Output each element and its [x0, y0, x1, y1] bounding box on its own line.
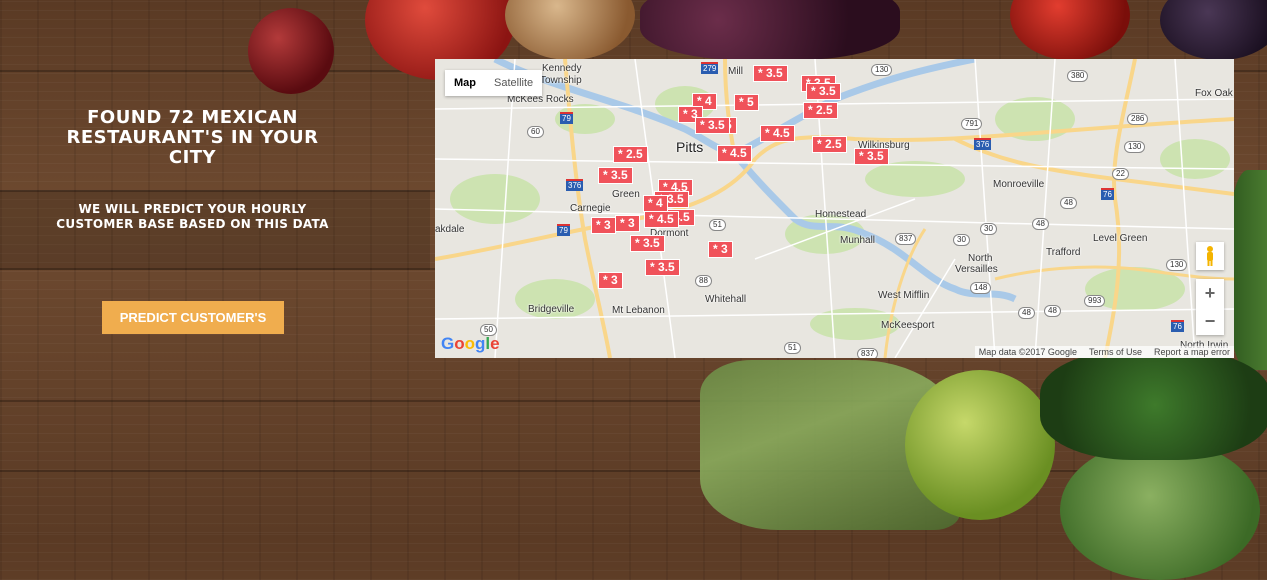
onion-image [505, 0, 635, 60]
green-apple-image [905, 370, 1055, 520]
route-shield: 993 [1084, 295, 1106, 307]
restaurant-marker[interactable]: * 4.5 [717, 145, 752, 162]
route-shield: 130 [1124, 141, 1146, 153]
restaurant-marker[interactable]: * 3 [708, 241, 733, 258]
place-label: Whitehall [705, 294, 747, 305]
route-shield: 837 [895, 233, 917, 245]
zoom-control: + − [1196, 279, 1224, 335]
interstate-shield: 79 [560, 112, 573, 124]
route-shield: 48 [1032, 218, 1049, 230]
interstate-shield: 76 [1101, 188, 1114, 200]
predict-customers-button[interactable]: PREDICT CUSTOMER'S [102, 301, 284, 334]
route-shield: 148 [970, 282, 992, 294]
hero-panel: FOUND 72 MEXICAN RESTAURANT'S IN YOUR CI… [0, 0, 430, 533]
restaurant-marker[interactable]: * 3.5 [630, 235, 665, 252]
route-shield: 51 [709, 219, 726, 231]
place-label: West Mifflin [878, 290, 930, 301]
route-shield: 48 [1044, 305, 1061, 317]
restaurant-marker[interactable]: * 2.5 [803, 102, 838, 119]
place-label: Versailles [955, 264, 998, 275]
place-label: McKeesport [881, 320, 935, 331]
place-label: North [968, 253, 993, 264]
place-label: Bridgeville [528, 304, 575, 315]
interstate-shield: 376 [566, 179, 584, 191]
restaurant-marker[interactable]: * 3.5 [598, 167, 633, 184]
google-logo: Google [441, 334, 500, 353]
map-type-satellite-button[interactable]: Satellite [485, 70, 542, 96]
tomato-image [1010, 0, 1130, 60]
map-type-map-button[interactable]: Map [445, 70, 485, 96]
place-label: Carnegie [570, 203, 611, 214]
place-label: Monroeville [993, 179, 1045, 190]
prediction-subline: WE WILL PREDICT YOUR HOURLY CUSTOMER BAS… [56, 202, 329, 231]
map-attribution: Map data ©2017 Google Terms of Use Repor… [974, 346, 1234, 358]
restaurant-marker[interactable]: * 3 [615, 215, 640, 232]
report-map-error-link[interactable]: Report a map error [1154, 347, 1230, 357]
restaurant-marker[interactable]: * 2.5 [613, 146, 648, 163]
restaurant-marker[interactable]: * 3 [598, 272, 623, 289]
restaurant-marker[interactable]: * 3.5 [645, 259, 680, 276]
interstate-shield: 76 [1171, 320, 1184, 332]
terms-of-use-link[interactable]: Terms of Use [1089, 347, 1142, 357]
place-label: Mt Lebanon [612, 305, 665, 316]
route-shield: 48 [1018, 307, 1035, 319]
route-shield: 130 [1166, 259, 1188, 271]
map-type-control: Map Satellite [445, 70, 543, 96]
restaurant-marker[interactable]: * 4.5 [644, 211, 679, 228]
map-data-credit: Map data ©2017 Google [978, 347, 1077, 357]
place-label: Pitts [676, 139, 704, 155]
place-label: Homestead [815, 209, 867, 220]
greens-image [1230, 170, 1267, 370]
interstate-shield: 79 [557, 224, 570, 236]
results-headline: FOUND 72 MEXICAN RESTAURANT'S IN YOUR CI… [66, 107, 319, 168]
place-label: Green [612, 189, 640, 200]
place-label: Munhall [840, 235, 876, 246]
restaurant-marker[interactable]: * 3.5 [753, 65, 788, 82]
restaurant-map[interactable]: 130 380 791 286 130 22 48 30 837 837 48 … [435, 59, 1234, 358]
route-shield: 30 [953, 234, 970, 246]
restaurant-marker[interactable]: * 3.5 [854, 148, 889, 165]
route-shield: 48 [1060, 197, 1077, 209]
route-shield: 51 [784, 342, 801, 354]
route-shield: 130 [871, 64, 893, 76]
street-view-pegman-icon[interactable] [1196, 242, 1224, 270]
route-shield: 88 [695, 275, 712, 287]
restaurant-marker[interactable]: * 2.5 [812, 136, 847, 153]
herbs-image [1040, 350, 1267, 460]
cabbage-image [1060, 440, 1260, 580]
grapes-image [640, 0, 900, 60]
route-shield: 380 [1067, 70, 1089, 82]
route-shield: 22 [1112, 168, 1129, 180]
place-label: Kennedy [542, 63, 582, 74]
restaurant-marker[interactable]: * 3.5 [806, 83, 841, 100]
restaurant-marker[interactable]: * 4.5 [760, 125, 795, 142]
place-label: Trafford [1046, 247, 1081, 258]
restaurant-marker[interactable]: * 3.5 [695, 117, 730, 134]
place-label: Mill [728, 66, 743, 77]
restaurant-marker[interactable]: * 5 [734, 94, 759, 111]
restaurant-marker[interactable]: * 4 [643, 195, 668, 212]
interstate-shield: 279 [701, 62, 719, 74]
place-label: Township [540, 75, 582, 86]
zoom-in-button[interactable]: + [1196, 279, 1224, 307]
route-shield: 286 [1127, 113, 1149, 125]
place-label: Fox Oak [1195, 88, 1233, 99]
eggplant-image [1160, 0, 1267, 60]
route-shield: 30 [980, 223, 997, 235]
interstate-shield: 376 [974, 138, 992, 150]
route-shield: 60 [527, 126, 544, 138]
place-label: Level Green [1093, 233, 1148, 244]
restaurant-marker[interactable]: * 3 [591, 217, 616, 234]
place-label: akdale [435, 224, 465, 235]
route-shield: 837 [857, 348, 879, 358]
route-shield: 791 [961, 118, 983, 130]
zoom-out-button[interactable]: − [1196, 307, 1224, 335]
